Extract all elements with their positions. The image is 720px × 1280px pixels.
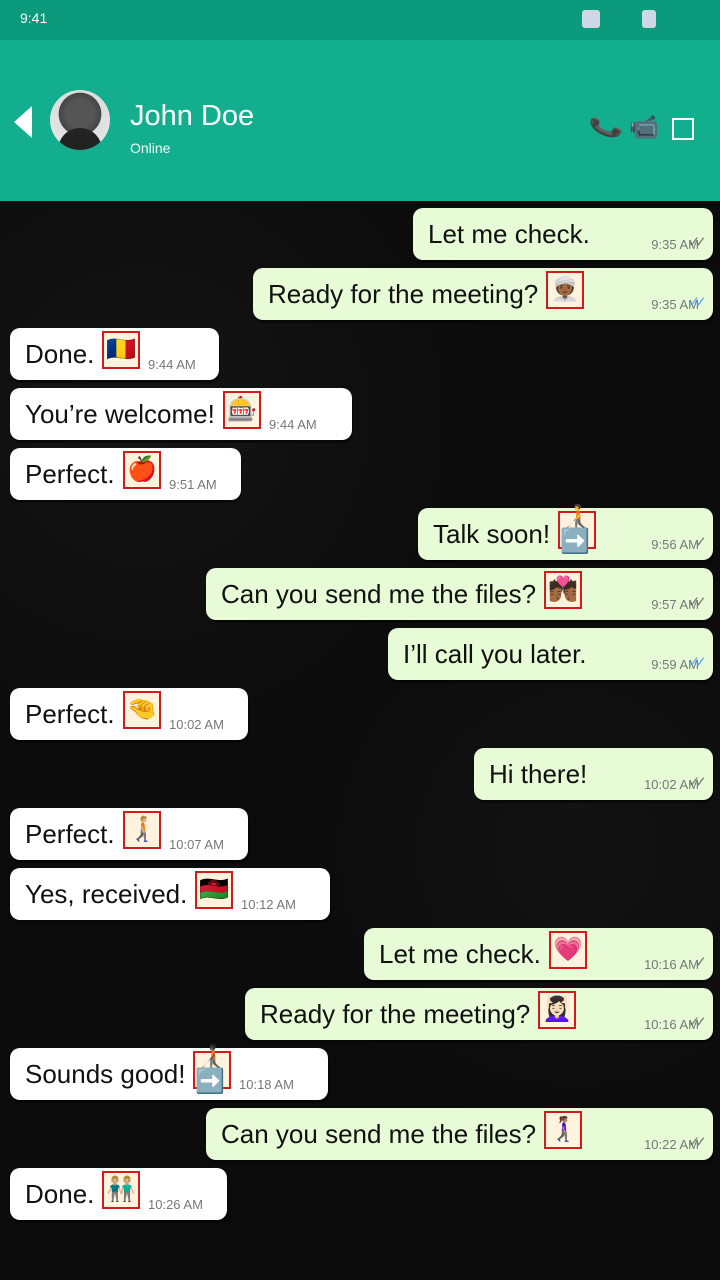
message-text: Sounds good! <box>25 1059 186 1089</box>
avatar-head <box>67 100 93 130</box>
status-bar: 9:41 <box>0 0 720 40</box>
incoming-message[interactable]: Perfect. 🤏 10:02 AM <box>10 688 248 740</box>
emoji-sticker: 🤏 <box>123 691 161 729</box>
phone-icon[interactable]: 📞 <box>587 109 624 145</box>
message-text: Can you send me the files? <box>221 1119 537 1149</box>
outgoing-message[interactable]: I’ll call you later. 9:59 AM ✓✓ <box>388 628 713 680</box>
message-text: Can you send me the files? <box>221 579 537 609</box>
incoming-message[interactable]: Done. 🇷🇴 9:44 AM <box>10 328 219 380</box>
message-text: Perfect. <box>25 819 115 849</box>
emoji-sticker: 🚶🏼‍➡️ <box>123 811 161 849</box>
emoji-sticker: 🍎 <box>123 451 161 489</box>
emoji-sticker: 💆🏻‍♀️ <box>538 991 576 1029</box>
emoji-sticker: 🇲🇼 <box>195 871 233 909</box>
chat-area: Let me check. 9:35 AM ✓✓ Ready for the meet… <box>0 201 720 1280</box>
outgoing-message[interactable]: Can you send me the files? 🚶🏽‍♀️‍➡️ 10:22 … <box>206 1108 713 1160</box>
incoming-message[interactable]: Perfect. 🍎 9:51 AM <box>10 448 241 500</box>
emoji-sticker: 👬🏼 <box>102 1171 140 1209</box>
message-time: 10:07 AM <box>169 837 224 852</box>
double-check-icon: ✓✓ <box>687 234 707 251</box>
message-text: Perfect. <box>25 459 115 489</box>
message-time: 10:18 AM <box>239 1077 294 1092</box>
double-check-icon: ✓✓ <box>687 1134 707 1151</box>
message-time: 9:56 AM <box>651 537 699 552</box>
status-time: 9:41 <box>20 10 48 26</box>
message-text: Yes, received. <box>25 879 188 909</box>
message-text: Done. <box>25 1179 95 1209</box>
emoji-sticker: 💏🏾 <box>544 571 582 609</box>
back-icon[interactable] <box>14 106 32 138</box>
incoming-message[interactable]: Done. 👬🏼 10:26 AM <box>10 1168 227 1220</box>
outgoing-message[interactable]: Hi there! 10:02 AM ✓✓ <box>474 748 713 800</box>
message-text: I’ll call you later. <box>403 639 587 669</box>
contact-name[interactable]: John Doe <box>130 100 254 133</box>
emoji-sticker: 🧑🏿‍🦯➡️ <box>193 1046 231 1094</box>
contact-status: Online <box>130 140 171 156</box>
message-time: 10:26 AM <box>148 1197 203 1212</box>
double-check-icon: ✓✓ <box>687 294 707 311</box>
incoming-message[interactable]: Yes, received. 🇲🇼 10:12 AM <box>10 868 330 920</box>
incoming-message[interactable]: Sounds good! 🧑🏿‍🦯➡️ 10:18 AM <box>10 1046 328 1100</box>
message-time: 10:16 AM <box>644 957 699 972</box>
outgoing-message[interactable]: Can you send me the files? 💏🏾 9:57 AM ✓✓ <box>206 568 713 620</box>
message-time: 10:12 AM <box>241 897 296 912</box>
message-text: Talk soon! <box>433 519 551 549</box>
message-text: You’re welcome! <box>25 399 215 429</box>
incoming-message[interactable]: You’re welcome! 🎰 9:44 AM <box>10 388 352 440</box>
message-time: 9:44 AM <box>269 417 317 432</box>
message-text: Let me check. <box>428 219 590 249</box>
message-time: 9:51 AM <box>169 477 217 492</box>
avatar[interactable] <box>50 90 110 150</box>
outgoing-message[interactable]: Let me check. 💗 10:16 AM ✓ <box>364 928 713 980</box>
double-check-icon: ✓✓ <box>687 594 707 611</box>
message-text: Ready for the meeting? <box>268 279 539 309</box>
emoji-sticker: 💗 <box>549 931 587 969</box>
double-check-icon: ✓✓ <box>687 1014 707 1031</box>
emoji-sticker: 🇷🇴 <box>102 331 140 369</box>
emoji-sticker: 🧑‍🦯➡️ <box>558 506 596 554</box>
outgoing-message[interactable]: Ready for the meeting? 👳🏾‍♀️ 9:35 AM ✓✓ <box>253 268 713 320</box>
double-check-icon: ✓✓ <box>687 774 707 791</box>
outgoing-message[interactable]: Let me check. 9:35 AM ✓✓ <box>413 208 713 260</box>
video-call-icon[interactable]: 📹 <box>629 114 659 141</box>
single-check-icon: ✓ <box>694 954 706 971</box>
incoming-message[interactable]: Perfect. 🚶🏼‍➡️ 10:07 AM <box>10 808 248 860</box>
menu-icon[interactable] <box>672 118 694 140</box>
double-check-icon: ✓✓ <box>687 654 707 671</box>
avatar-body <box>58 128 102 150</box>
message-time: 10:02 AM <box>169 717 224 732</box>
outgoing-message[interactable]: Ready for the meeting? 💆🏻‍♀️ 10:16 AM ✓✓ <box>245 988 713 1040</box>
emoji-sticker: 🎰 <box>223 391 261 429</box>
message-time: 9:44 AM <box>148 357 196 372</box>
signal-icon <box>582 10 600 28</box>
chat-header: John Doe Online 📞 📹 <box>0 40 720 201</box>
emoji-sticker: 🚶🏽‍♀️‍➡️ <box>544 1111 582 1149</box>
message-text: Done. <box>25 339 95 369</box>
single-check-icon: ✓ <box>694 534 706 551</box>
message-text: Let me check. <box>379 939 541 969</box>
message-text: Perfect. <box>25 699 115 729</box>
battery-icon <box>642 10 656 28</box>
message-text: Hi there! <box>489 759 588 789</box>
outgoing-message[interactable]: Talk soon! 🧑‍🦯➡️ 9:56 AM ✓ <box>418 506 713 560</box>
emoji-sticker: 👳🏾‍♀️ <box>546 271 584 309</box>
message-text: Ready for the meeting? <box>260 999 531 1029</box>
